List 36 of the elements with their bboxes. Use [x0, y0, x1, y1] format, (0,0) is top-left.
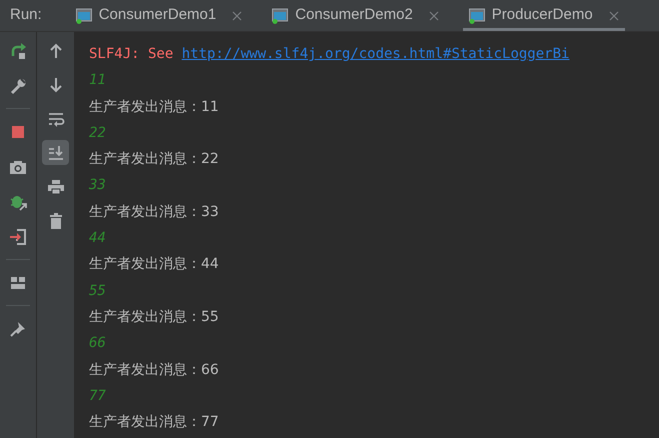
rerun-icon [9, 42, 27, 60]
exit-icon [9, 228, 27, 246]
output-text: 生产者发出消息：66 [89, 362, 219, 378]
log-text: 66 [89, 335, 106, 352]
run-label: Run: [10, 5, 42, 26]
log-text: 33 [89, 177, 106, 194]
log-text: 44 [89, 230, 106, 246]
log-text: 55 [89, 282, 106, 299]
tab-label: ConsumerDemo1 [98, 5, 216, 26]
scroll-to-end-icon [46, 144, 64, 162]
console-window-icon [272, 8, 290, 24]
run-tab[interactable]: ProducerDemo [462, 0, 625, 31]
output-text: 生产者发出消息：55 [89, 308, 219, 325]
printer-icon [46, 178, 64, 196]
console-window-icon [76, 8, 93, 24]
console-link[interactable]: http://www.slf4j.org/codes.html#StaticLoggerBi [182, 46, 570, 62]
pin-icon [9, 320, 27, 338]
tab-label: ProducerDemo [492, 5, 593, 26]
close-icon[interactable] [608, 10, 619, 20]
log-text: 22 [89, 124, 106, 141]
log-text: 77 [89, 388, 106, 404]
output-text: 生产者发出消息：22 [89, 151, 219, 168]
output-text: 生产者发出消息：11 [89, 98, 219, 115]
wrench-icon [9, 76, 27, 94]
output-text: 生产者发出消息：77 [89, 414, 219, 430]
run-tab[interactable]: ConsumerDemo2 [266, 0, 445, 31]
run-tab[interactable]: ConsumerDemo1 [70, 0, 248, 31]
close-icon[interactable] [428, 10, 439, 20]
tab-label: ConsumerDemo2 [295, 5, 413, 26]
log-text: 11 [89, 72, 106, 88]
error-text: SLF4J: See [89, 46, 174, 62]
output-text: 生产者发出消息：44 [89, 256, 219, 272]
console-window-icon [468, 8, 486, 24]
close-icon[interactable] [232, 10, 242, 20]
output-text: 生产者发出消息：33 [89, 204, 219, 220]
scroll-to-end-button[interactable] [42, 140, 69, 165]
